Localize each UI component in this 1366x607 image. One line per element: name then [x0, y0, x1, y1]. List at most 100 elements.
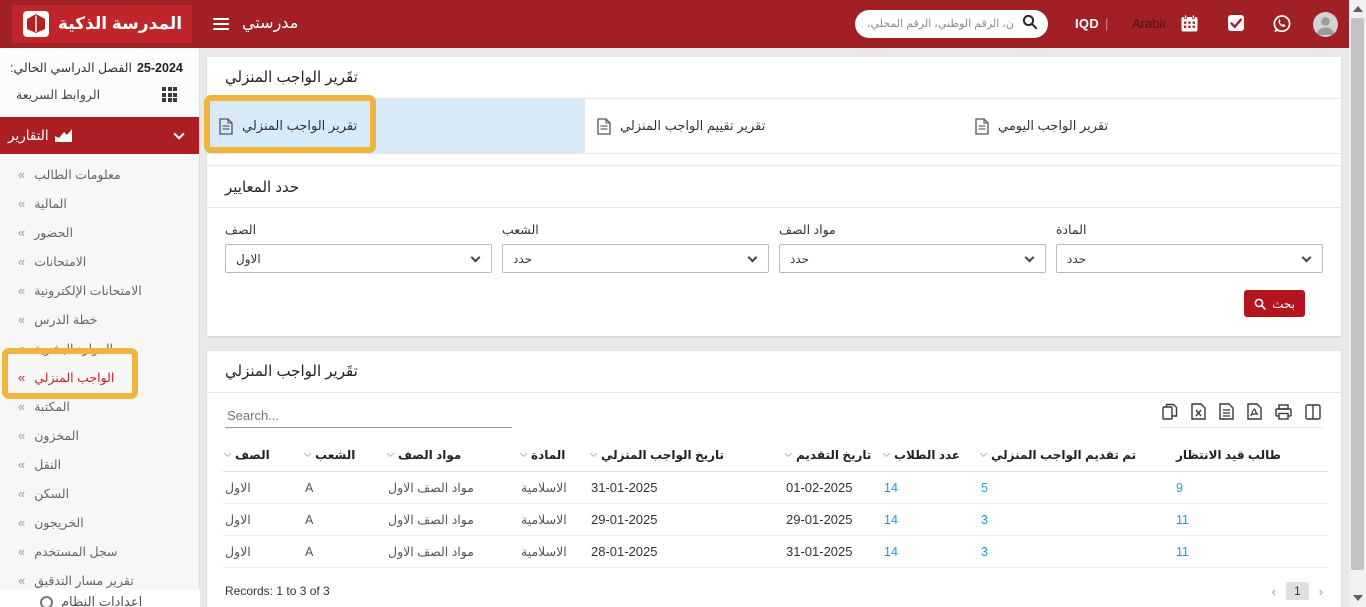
school-name: المدرسة الذكية [58, 14, 182, 34]
class-select[interactable]: الاول [225, 244, 492, 273]
sort-icon [590, 450, 597, 457]
search-icon [1254, 298, 1266, 310]
tasks-icon[interactable] [1227, 14, 1245, 37]
sort-icon [304, 450, 311, 457]
sidebar-item-online-exams[interactable]: الامتحانات الإلكترونية [0, 276, 199, 305]
criteria-form: الصف الاول الشعب حدد مواد الصف [207, 207, 1341, 336]
page-number[interactable]: 1 [1286, 582, 1309, 600]
double-chevron-icon [18, 573, 25, 588]
class-subjects-select[interactable]: حدد [779, 244, 1046, 273]
student-count-link[interactable]: 14 [882, 504, 979, 536]
tab-daily-assignment-report[interactable]: تقرير الواجب اليومي [963, 99, 1341, 153]
sidebar-item-homework[interactable]: الواجب المنزلي [0, 363, 199, 392]
school-logo[interactable]: المدرسة الذكية [12, 5, 192, 43]
page-title: تقَرير الواجب المنزلي [225, 68, 358, 86]
app-title: مدرستي [242, 13, 298, 33]
grid-icon [162, 87, 177, 102]
table-search-input[interactable] [225, 404, 512, 428]
sidebar-section-reports[interactable]: التقارير [0, 117, 199, 154]
quick-links[interactable]: الروابط السريعة [10, 85, 187, 108]
copy-icon[interactable] [1162, 403, 1178, 420]
scrollbar-thumb[interactable] [1351, 18, 1364, 570]
student-count-link[interactable]: 14 [882, 536, 979, 568]
sidebar-item-exams[interactable]: الامتحانات [0, 247, 199, 276]
document-icon [975, 118, 989, 135]
pending-count-link[interactable]: 11 [1174, 504, 1328, 536]
pending-count-link[interactable]: 9 [1174, 472, 1328, 504]
double-chevron-icon [18, 457, 25, 472]
calendar-icon[interactable] [1180, 14, 1199, 38]
sidebar-item-user-log[interactable]: سجل المستخدم [0, 537, 199, 566]
sidebar: الفصل الدراسي الحالي: 25-2024 الروابط ال… [0, 48, 200, 589]
submitted-count-link[interactable]: 5 [979, 472, 1174, 504]
sidebar-item-attendance[interactable]: الحضور [0, 218, 199, 247]
column-visibility-icon[interactable] [1305, 404, 1321, 420]
col-class-subjects[interactable]: مواد الصف [386, 438, 519, 472]
avatar[interactable] [1313, 12, 1338, 37]
current-session: الفصل الدراسي الحالي: 25-2024 [10, 58, 187, 85]
submitted-count-link[interactable]: 3 [979, 536, 1174, 568]
col-section[interactable]: الشعب [303, 438, 386, 472]
scroll-down-arrow[interactable] [1353, 595, 1363, 601]
sort-icon [224, 450, 231, 457]
criteria-header: حدد المعايير [207, 165, 1341, 207]
double-chevron-icon [18, 399, 25, 414]
subject-select[interactable]: حدد [1056, 244, 1323, 273]
tab-homework-evaluation-report[interactable]: تقرير تقييم الواجب المنزلي [585, 99, 963, 153]
section-select[interactable]: حدد [502, 244, 769, 273]
col-subject[interactable]: المادة [519, 438, 589, 472]
col-homework-date[interactable]: تاريخ الواجب المنزلي [589, 438, 784, 472]
table-row: الاول A مواد الصف الاول الاسلامية 31-01-… [223, 472, 1328, 504]
col-submission-date[interactable]: تاريخ التقديم [784, 438, 882, 472]
sidebar-item-library[interactable]: المكتبة [0, 392, 199, 421]
print-icon[interactable] [1275, 404, 1292, 420]
hamburger-icon[interactable] [213, 18, 229, 30]
sidebar-item-lesson-plan[interactable]: خطة الدرس [0, 305, 199, 334]
pending-count-link[interactable]: 11 [1174, 536, 1328, 568]
table-footer: Records: 1 to 3 of 3 ‹ 1 › [207, 568, 1341, 607]
submitted-count-link[interactable]: 3 [979, 504, 1174, 536]
sort-icon [785, 450, 792, 457]
col-submitted[interactable]: تم تقديم الواجب المنزلي [979, 438, 1174, 472]
topbar: المدرسة الذكية مدرستي IQD Arabic [0, 0, 1349, 48]
double-chevron-icon [18, 341, 25, 356]
student-count-link[interactable]: 14 [882, 472, 979, 504]
col-student-count[interactable]: عدد الطلاب [882, 438, 979, 472]
document-icon [219, 118, 233, 135]
table-row: الاول A مواد الصف الاول الاسلامية 28-01-… [223, 536, 1328, 568]
double-chevron-icon [18, 283, 25, 298]
double-chevron-icon [18, 544, 25, 559]
subject-label: المادة [1056, 222, 1323, 237]
scroll-up-arrow[interactable] [1353, 6, 1363, 12]
sidebar-item-student-info[interactable]: معلومات الطالب [0, 160, 199, 189]
sidebar-item-audit-trail[interactable]: تقرير مسار التدقيق [0, 566, 199, 595]
excel-icon[interactable] [1191, 403, 1206, 420]
whatsapp-icon[interactable] [1272, 14, 1292, 39]
table-title: تقَرير الواجب المنزلي [225, 362, 358, 380]
class-field: الصف الاول [225, 222, 492, 273]
sidebar-item-inventory[interactable]: المخزون [0, 421, 199, 450]
next-page-button[interactable]: › [1319, 584, 1323, 599]
double-chevron-icon [18, 312, 25, 327]
sidebar-item-hr[interactable]: الموارد البشرية [0, 334, 199, 363]
sidebar-item-transport[interactable]: النقل [0, 450, 199, 479]
prev-page-button[interactable]: ‹ [1272, 584, 1276, 599]
col-pending: طالب قيد الانتظار [1174, 438, 1328, 472]
currency-selector[interactable]: IQD [1075, 16, 1109, 31]
chevron-down-icon [748, 252, 758, 262]
csv-file-icon[interactable] [1219, 403, 1234, 420]
vertical-scrollbar[interactable] [1349, 0, 1366, 607]
global-search-input[interactable] [867, 18, 1014, 30]
search-button[interactable]: بحث [1244, 290, 1305, 317]
section-label: الشعب [502, 222, 769, 237]
tab-homework-report[interactable]: تقرير الواجب المنزلي [207, 99, 585, 153]
col-class[interactable]: الصف [223, 438, 303, 472]
sidebar-header: الفصل الدراسي الحالي: 25-2024 الروابط ال… [0, 48, 199, 117]
language-selector[interactable]: Arabic [1132, 16, 1166, 31]
sidebar-item-hostel[interactable]: السكن [0, 479, 199, 508]
pdf-icon[interactable] [1247, 403, 1262, 420]
sidebar-item-alumni[interactable]: الخريجون [0, 508, 199, 537]
search-icon[interactable] [1022, 14, 1038, 35]
double-chevron-icon [18, 225, 25, 240]
sidebar-item-finance[interactable]: المالية [0, 189, 199, 218]
